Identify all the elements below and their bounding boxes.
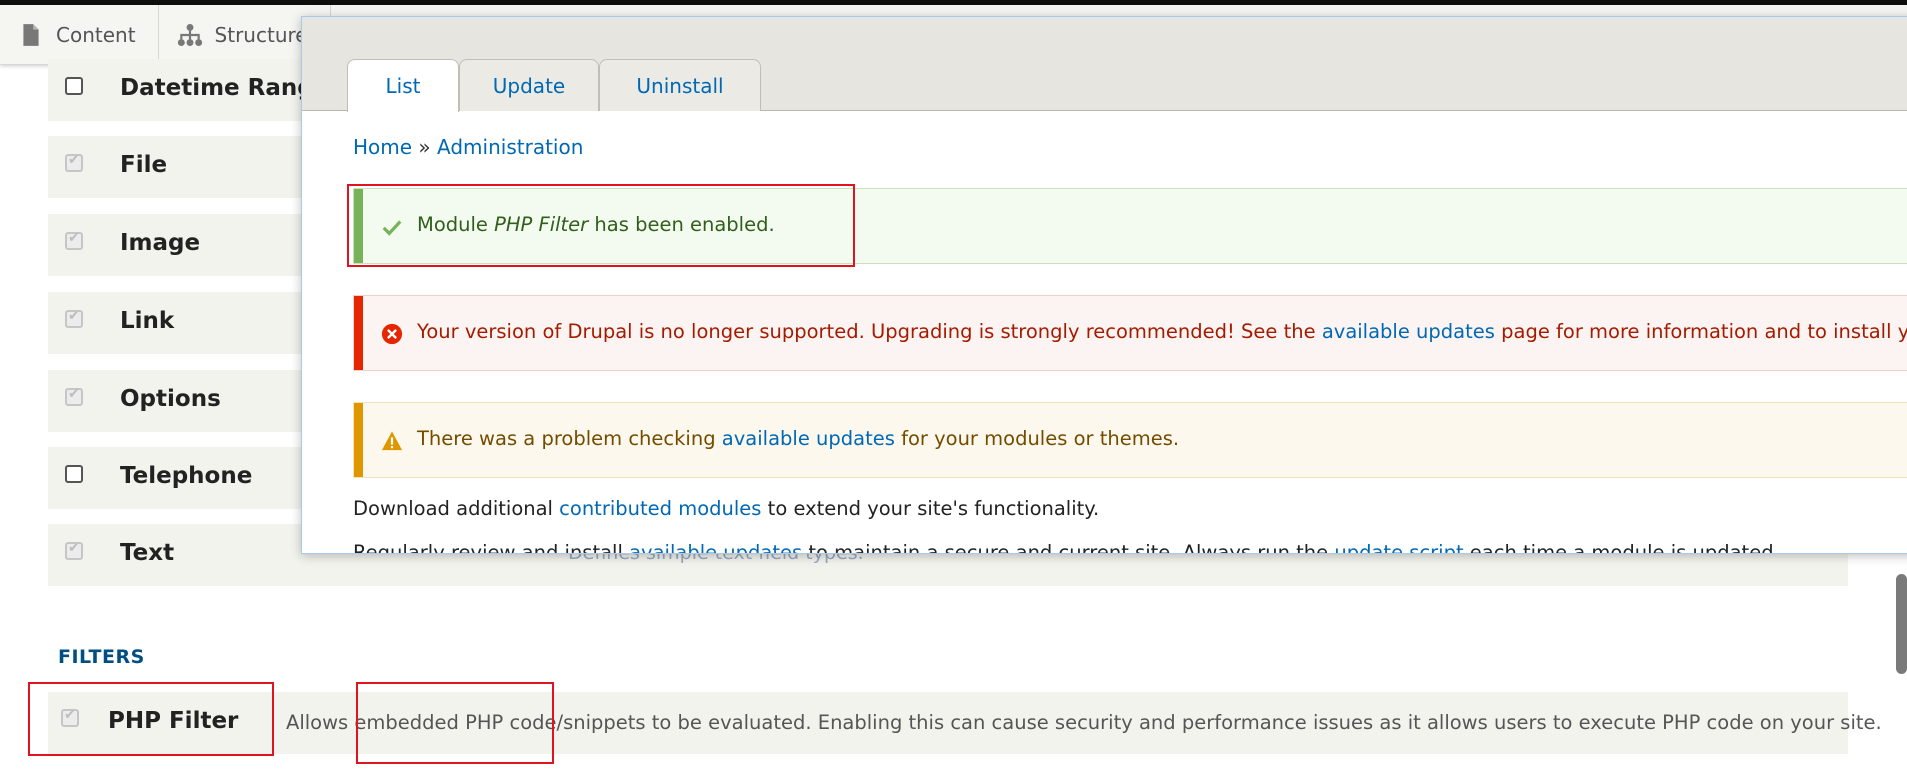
available-updates-link[interactable]: available updates: [722, 427, 895, 450]
module-checkbox: [65, 540, 83, 560]
toolbar-item-label: Content: [56, 22, 136, 47]
error-circle-icon: [381, 323, 403, 345]
highlight-box-description: [356, 682, 554, 764]
warning-text: There was a problem checking available u…: [417, 427, 1180, 450]
breadcrumb-administration-link[interactable]: Administration: [437, 135, 583, 159]
sitemap-icon: [177, 23, 202, 46]
page-scrollbar[interactable]: [1896, 574, 1907, 674]
module-checkbox: [65, 386, 83, 406]
update-script-link[interactable]: update script: [1334, 541, 1463, 553]
warning-message: There was a problem checking available u…: [353, 402, 1907, 478]
breadcrumb-home-link[interactable]: Home: [353, 135, 412, 159]
module-row-php-filter: PHP Filter Allows embedded PHP code/snip…: [48, 692, 1882, 754]
module-checkbox: [65, 230, 83, 250]
document-icon: [23, 23, 39, 46]
contributed-modules-link[interactable]: contributed modules: [559, 497, 761, 520]
review-paragraph: Regularly review and install available u…: [353, 541, 1780, 553]
error-text: Your version of Drupal is no longer supp…: [417, 320, 1907, 343]
tab-update[interactable]: Update: [459, 59, 599, 111]
error-bar: [354, 296, 363, 370]
download-paragraph: Download additional contributed modules …: [353, 497, 1100, 520]
module-name: Datetime Range: [120, 75, 330, 101]
highlight-box-status: [347, 184, 855, 267]
modules-dialog: List Update Uninstall Home » Administrat…: [301, 16, 1907, 554]
module-checkbox: [65, 152, 83, 172]
toolbar-item-label: Structure: [214, 22, 308, 47]
available-updates-link[interactable]: available updates: [629, 541, 802, 553]
module-name: Text: [120, 540, 175, 566]
highlight-box-php-filter: [28, 682, 274, 756]
module-checkbox[interactable]: [65, 77, 83, 95]
module-name: Options: [120, 386, 221, 412]
module-checkbox[interactable]: [65, 465, 83, 483]
module-name: Link: [120, 308, 175, 334]
module-name: Image: [120, 230, 201, 256]
warning-bar: [354, 403, 363, 477]
toolbar-item-content[interactable]: Content: [0, 5, 159, 64]
breadcrumb: Home » Administration: [353, 135, 583, 159]
tab-list[interactable]: List: [347, 59, 459, 112]
filters-heading: FILTERS: [58, 646, 145, 668]
warning-triangle-icon: [381, 431, 403, 451]
tab-bar: List Update Uninstall: [302, 17, 1907, 112]
module-name: File: [120, 152, 168, 178]
module-checkbox: [65, 308, 83, 328]
module-name: Telephone: [120, 463, 253, 489]
available-updates-link[interactable]: available updates: [1322, 320, 1495, 343]
error-message: Your version of Drupal is no longer supp…: [353, 295, 1907, 371]
tab-uninstall[interactable]: Uninstall: [599, 59, 761, 111]
breadcrumb-separator: »: [418, 135, 431, 159]
